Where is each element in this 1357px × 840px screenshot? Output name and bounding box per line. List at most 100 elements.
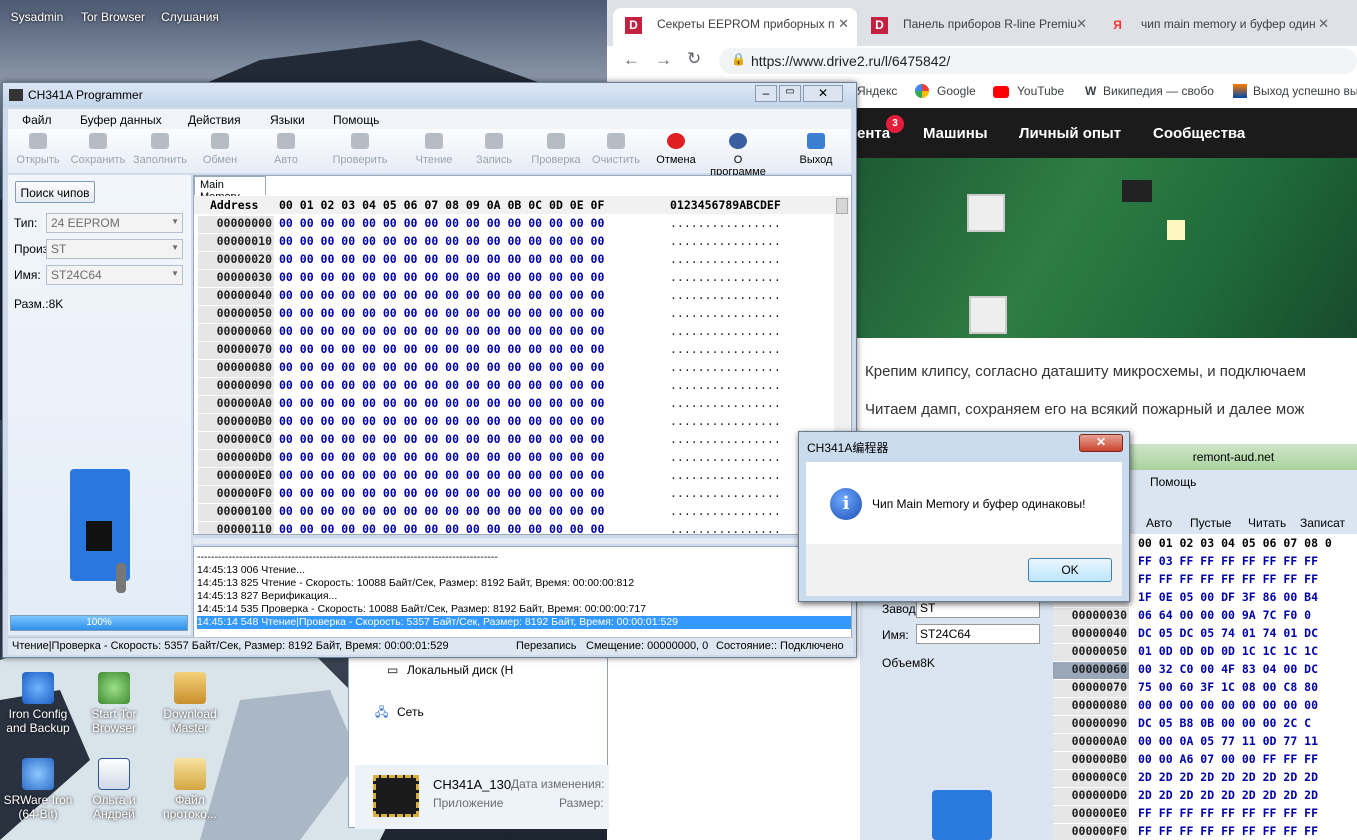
reload-icon[interactable]: ↻: [687, 49, 701, 69]
hex-row[interactable]: 00000110 00 00 00 00 00 00 00 00 00 00 00…: [194, 522, 834, 534]
hex-row[interactable]: 000000D0 00 00 00 00 00 00 00 00 00 00 00…: [194, 450, 834, 468]
back-arrow-icon[interactable]: ←: [623, 50, 640, 70]
toolbar-write[interactable]: Записат: [1300, 516, 1345, 530]
hex-row[interactable]: 00000080 00 00 00 00 00 00 00 00 00: [1053, 698, 1357, 716]
name-select[interactable]: ST24C64 ▼: [46, 265, 183, 285]
hex-row[interactable]: 000000A0 00 00 00 00 00 00 00 00 00 00 00…: [194, 396, 834, 414]
search-chips-button[interactable]: Поиск чипов: [15, 181, 95, 203]
bookmark-google[interactable]: Google: [937, 84, 976, 98]
menu-file[interactable]: Файл: [22, 113, 52, 127]
desktop-icon-file[interactable]: Файл протоко...: [147, 758, 233, 821]
splitter[interactable]: [193, 538, 852, 544]
hex-row[interactable]: 000000D0 2D 2D 2D 2D 2D 2D 2D 2D 2D: [1053, 788, 1357, 806]
nav-item-communities[interactable]: Сообщества: [1153, 125, 1245, 142]
type-select[interactable]: 24 EEPROM ▼: [46, 213, 183, 233]
desktop-icon-hearings[interactable]: Слушания: [147, 10, 233, 24]
hex-row[interactable]: 000000B0 00 00 A6 07 00 00 FF FF FF: [1053, 752, 1357, 770]
url-input[interactable]: 🔒 https://www.drive2.ru/l/6475842/: [719, 48, 1357, 74]
hex-row[interactable]: 00000030 06 64 00 00 00 9A 7C F0 0: [1053, 608, 1357, 626]
hex-row[interactable]: 00000030 00 00 00 00 00 00 00 00 00 00 00…: [194, 270, 834, 288]
toolbar-read[interactable]: Читать: [1248, 516, 1286, 530]
tab-rline-panel[interactable]: D Панель приборов R-line Premiu ✕: [859, 8, 1095, 46]
bookmark-youtube[interactable]: YouTube: [1017, 84, 1064, 98]
tab-main-memory[interactable]: Main Memory: [194, 176, 266, 203]
hex-row[interactable]: 00000080 00 00 00 00 00 00 00 00 00 00 00…: [194, 360, 834, 378]
toolbar-button[interactable]: Сохранить: [68, 133, 128, 166]
hex-row[interactable]: 000000F0 FF FF FF FF FF FF FF FF FF: [1053, 824, 1357, 840]
hex-row[interactable]: 000000C0 00 00 00 00 00 00 00 00 00 00 00…: [194, 432, 834, 450]
menu-buffer[interactable]: Буфер данных: [80, 113, 162, 127]
hex-row[interactable]: 000000C0 2D 2D 2D 2D 2D 2D 2D 2D 2D: [1053, 770, 1357, 788]
toolbar-auto[interactable]: Авто: [1146, 516, 1172, 530]
hex-row[interactable]: 00000100 00 00 00 00 00 00 00 00 00 00 00…: [194, 504, 834, 522]
toolbar-button[interactable]: Обмен: [190, 133, 250, 166]
hex-row[interactable]: 00000050 01 0D 0D 0D 0D 1C 1C 1C 1C: [1053, 644, 1357, 662]
tab-yandex-search[interactable]: Я чип main memory и буфер один ✕: [1097, 8, 1337, 46]
desktop-icon-sysadmin[interactable]: Sysadmin: [0, 10, 80, 24]
toolbar-button[interactable]: Чтение: [404, 133, 464, 166]
file-details-pane[interactable]: CH341A_130 Дата изменения: Приложение Ра…: [355, 765, 609, 829]
toolbar-button[interactable]: Отмена: [646, 133, 706, 166]
hex-row[interactable]: 000000A0 00 00 0A 05 77 11 0D 77 11: [1053, 734, 1357, 752]
toolbar-button[interactable]: Выход: [786, 133, 846, 166]
close-tab-icon[interactable]: ✕: [1318, 16, 1329, 32]
desktop-icon-download-master[interactable]: Download Master: [147, 672, 233, 735]
menu-help[interactable]: Помощь: [1150, 475, 1196, 489]
bookmark-logout[interactable]: Выход успешно вы: [1253, 84, 1357, 98]
hex-row[interactable]: 00000040 DC 05 DC 05 74 01 74 01 DC: [1053, 626, 1357, 644]
hex-row[interactable]: 00000010 00 00 00 00 00 00 00 00 00 00 00…: [194, 234, 834, 252]
hex-row[interactable]: 00000070 00 00 00 00 00 00 00 00 00 00 00…: [194, 342, 834, 360]
toolbar-button[interactable]: Заполнить: [130, 133, 190, 166]
ok-button[interactable]: OK: [1028, 558, 1112, 582]
tab-eeprom-secrets[interactable]: D Секреты EEPROM приборных п ✕: [613, 8, 857, 46]
toolbar-button[interactable]: Открыть: [8, 133, 68, 166]
toolbar-button[interactable]: Авто: [256, 133, 316, 166]
hex-row[interactable]: 00000050 00 00 00 00 00 00 00 00 00 00 00…: [194, 306, 834, 324]
close-button[interactable]: ✕: [803, 85, 843, 102]
dialog-close-button[interactable]: ✕: [1079, 434, 1123, 452]
nav-item-cars[interactable]: Машины: [923, 125, 988, 142]
bookmark-wikipedia[interactable]: Википедия — свобо: [1103, 84, 1217, 98]
menu-languages[interactable]: Языки: [270, 113, 305, 127]
toolbar-button[interactable]: Очистить: [586, 133, 646, 166]
hex-row[interactable]: 000000F0 00 00 00 00 00 00 00 00 00 00 00…: [194, 486, 834, 504]
hex-row[interactable]: 000000E0 FF FF FF FF FF FF FF FF FF: [1053, 806, 1357, 824]
name-select[interactable]: ST24C64: [916, 624, 1040, 644]
desktop-icon-word-doc[interactable]: Ольга и Андрей: [71, 758, 157, 821]
desktop-icon-srware[interactable]: SRWare Iron (64-Bit): [0, 758, 81, 821]
nav-network[interactable]: Сеть: [397, 705, 424, 719]
hex-row[interactable]: 000000B0 00 00 00 00 00 00 00 00 00 00 00…: [194, 414, 834, 432]
hex-row[interactable]: 00000000 00 00 00 00 00 00 00 00 00 00 00…: [194, 216, 834, 234]
maximize-button[interactable]: ▭: [779, 85, 801, 102]
minimize-button[interactable]: –: [755, 85, 777, 102]
toolbar-button[interactable]: О программе: [708, 133, 768, 178]
hex-row[interactable]: 00000040 00 00 00 00 00 00 00 00 00 00 00…: [194, 288, 834, 306]
hex-row[interactable]: 000000E0 00 00 00 00 00 00 00 00 00 00 00…: [194, 468, 834, 486]
nav-item[interactable]: ента: [857, 125, 890, 142]
hex-row[interactable]: 00000060 00 00 00 00 00 00 00 00 00 00 00…: [194, 324, 834, 342]
hex-row[interactable]: 00000070 75 00 60 3F 1C 08 00 C8 80: [1053, 680, 1357, 698]
hex-editor[interactable]: Main Memory Address 00 01 02 03 04 05 06…: [193, 175, 852, 535]
desktop-icon-iron-config[interactable]: Iron Config and Backup: [0, 672, 81, 735]
desktop-icon-start-tor[interactable]: Start Tor Browser: [71, 672, 157, 735]
nav-item-experience[interactable]: Личный опыт: [1019, 125, 1121, 142]
scrollbar-thumb[interactable]: [836, 198, 848, 214]
hex-row[interactable]: 00000020 00 00 00 00 00 00 00 00 00 00 00…: [194, 252, 834, 270]
hex-row[interactable]: 00000090 DC 05 B8 0B 00 00 00 2C C: [1053, 716, 1357, 734]
toolbar-button[interactable]: Запись: [464, 133, 524, 166]
bookmark-yandex[interactable]: Яндекс: [857, 84, 897, 98]
manufacturer-select[interactable]: ST: [916, 600, 1040, 618]
toolbar-blank[interactable]: Пустые: [1190, 516, 1231, 530]
close-tab-icon[interactable]: ✕: [1076, 16, 1087, 32]
menu-help[interactable]: Помощь: [333, 113, 379, 127]
forward-arrow-icon[interactable]: →: [655, 50, 672, 70]
hex-row[interactable]: 00000060 00 32 C0 00 4F 83 04 00 DC: [1053, 662, 1357, 680]
manufacturer-select[interactable]: ST ▼: [46, 239, 183, 259]
hex-row[interactable]: 00000090 00 00 00 00 00 00 00 00 00 00 00…: [194, 378, 834, 396]
toolbar-button[interactable]: Проверка: [526, 133, 586, 166]
menu-actions[interactable]: Действия: [188, 113, 241, 127]
toolbar-button[interactable]: Проверить: [330, 133, 390, 166]
desktop-icon-tor[interactable]: Tor Browser: [70, 10, 156, 24]
close-tab-icon[interactable]: ✕: [838, 16, 849, 32]
nav-local-disk[interactable]: Локальный диск (H: [407, 663, 513, 677]
